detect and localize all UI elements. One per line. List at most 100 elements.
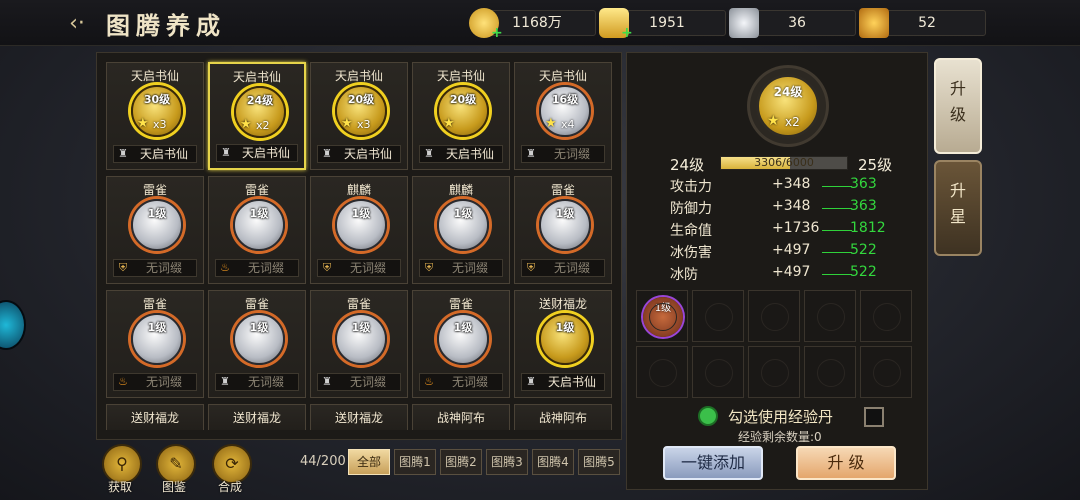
filter-tab[interactable]: 图腾1 xyxy=(394,449,436,475)
tab-upgrade-label-2: 级 xyxy=(949,105,966,124)
totem-level: 1级 xyxy=(555,207,575,220)
back-arrow-icon[interactable]: ‹· xyxy=(62,10,92,38)
gold-item-resource: 52 xyxy=(859,8,986,38)
totem-card[interactable]: 麒麟 1级 ⛨ 无词缀 xyxy=(412,176,510,284)
material-slot[interactable] xyxy=(692,346,744,398)
totem-medal: 1级 xyxy=(539,313,591,365)
totem-level: 1级 xyxy=(147,207,167,220)
totem-level: 1级 xyxy=(147,321,167,334)
material-slot[interactable]: 1级 xyxy=(636,290,688,342)
totem-card[interactable]: 天启书仙 30级 ★ x3 ♜ 天启书仙 xyxy=(106,62,204,170)
stat-next-value: 1812 xyxy=(850,220,886,236)
book-icon: ✎ xyxy=(169,454,183,473)
gold-ingot-value: 1951 xyxy=(649,15,685,31)
material-slot[interactable] xyxy=(692,290,744,342)
totem-affix: 无词缀 xyxy=(247,375,284,389)
stat-arrow-line xyxy=(822,230,852,231)
totem-level: 20级 xyxy=(347,93,375,106)
totem-affix: 无词缀 xyxy=(145,375,182,389)
totem-card[interactable]: 天启书仙 20级 ★ ♜ 天启书仙 xyxy=(412,62,510,170)
filter-tab[interactable]: 图腾3 xyxy=(486,449,528,475)
totem-name: 天启书仙 xyxy=(130,69,179,83)
filter-tab[interactable]: 全部 xyxy=(348,449,390,475)
obtain-icon: ⚲ xyxy=(116,454,128,473)
totem-affix-bar: ♜ 天启书仙 xyxy=(419,145,503,163)
selected-totem-level: 24级 xyxy=(773,85,803,99)
totem-card[interactable]: 天启书仙 24级 ★ x2 ♜ 天启书仙 xyxy=(208,62,306,170)
stat-arrow-line xyxy=(822,186,852,187)
gold-item-value: 52 xyxy=(918,15,936,31)
totem-card-partial[interactable]: 战神阿布 xyxy=(514,404,612,430)
totem-card[interactable]: 雷雀 1级 ♨ 无词缀 xyxy=(106,290,204,398)
totem-card[interactable]: 雷雀 1级 ♜ 无词缀 xyxy=(208,290,306,398)
filter-tab[interactable]: 图腾5 xyxy=(578,449,620,475)
totem-affix-bar: ♜ 天启书仙 xyxy=(216,144,298,162)
page-title: 图腾养成 xyxy=(106,11,226,40)
totem-card[interactable]: 送财福龙 1级 ♜ 天启书仙 xyxy=(514,290,612,398)
totem-medal: 1级 xyxy=(335,199,387,251)
stat-next-value: 363 xyxy=(850,176,877,192)
totem-card[interactable]: 麒麟 1级 ⛨ 无词缀 xyxy=(310,176,408,284)
upgrade-button[interactable]: 升 级 xyxy=(796,446,896,480)
material-slot[interactable] xyxy=(748,290,800,342)
tab-upgrade-label-1: 升 xyxy=(949,79,966,98)
exp-pill-icon xyxy=(698,406,718,426)
gold-coin-value: 1168万 xyxy=(512,15,562,31)
material-slot[interactable] xyxy=(860,290,912,342)
totem-medal: 20级 ★ x3 xyxy=(335,85,387,137)
exp-option-label: 勾选使用经验丹 xyxy=(728,408,834,426)
shield-icon: ⛨ xyxy=(322,261,332,274)
totem-card[interactable]: 雷雀 1级 ♨ 无词缀 xyxy=(412,290,510,398)
material-slot[interactable] xyxy=(636,346,688,398)
totem-affix-bar: ⛨ 无词缀 xyxy=(113,259,197,277)
stat-row: 防御力 +348 363 xyxy=(670,198,920,220)
star-icon: ★ xyxy=(240,117,252,132)
stat-next-value: 522 xyxy=(850,242,877,258)
totem-card[interactable]: 雷雀 1级 ⛨ 无词缀 xyxy=(106,176,204,284)
totem-card[interactable]: 天启书仙 20级 ★ x3 ♜ 天启书仙 xyxy=(310,62,408,170)
totem-level: 1级 xyxy=(453,207,473,220)
totem-medal: 20级 ★ xyxy=(437,85,489,137)
totem-card[interactable]: 天启书仙 16级 ★ x4 ♜ 无词缀 xyxy=(514,62,612,170)
filter-tab[interactable]: 图腾2 xyxy=(440,449,482,475)
material-slot[interactable] xyxy=(860,346,912,398)
totem-card[interactable]: 雷雀 1级 ♜ 无词缀 xyxy=(310,290,408,398)
tab-upgrade[interactable]: 升 级 xyxy=(934,58,982,154)
totem-card-partial[interactable]: 战神阿布 xyxy=(412,404,510,430)
totem-card[interactable]: 雷雀 1级 ♨ 无词缀 xyxy=(208,176,306,284)
totem-card-partial[interactable]: 送财福龙 xyxy=(208,404,306,430)
stat-arrow-line xyxy=(822,208,852,209)
totem-affix: 无词缀 xyxy=(247,261,284,275)
totem-medal: 1级 xyxy=(131,199,183,251)
filter-tab[interactable]: 图腾4 xyxy=(532,449,574,475)
shield-icon: ⛨ xyxy=(526,261,536,274)
tower-icon: ♜ xyxy=(118,147,128,160)
totem-name: 雷雀 xyxy=(142,183,167,197)
totem-affix-bar: ♜ 无词缀 xyxy=(317,373,401,391)
tower-icon: ♜ xyxy=(424,147,434,160)
totem-card-partial[interactable]: 送财福龙 xyxy=(310,404,408,430)
totem-name: 天启书仙 xyxy=(538,69,587,83)
add-all-button[interactable]: 一键添加 xyxy=(663,446,763,480)
tab-star-up[interactable]: 升 星 xyxy=(934,160,982,256)
totem-medal: 24级 ★ x2 xyxy=(234,86,286,138)
totem-affix: 天启书仙 xyxy=(241,146,290,160)
totem-stars: x4 xyxy=(561,118,575,131)
totem-affix: 无词缀 xyxy=(145,261,182,275)
material-slot[interactable] xyxy=(804,290,856,342)
totem-name: 雷雀 xyxy=(244,183,269,197)
silver-item-resource: 36 xyxy=(729,8,856,38)
totem-name: 送财福龙 xyxy=(538,297,587,311)
material-slot[interactable] xyxy=(804,346,856,398)
stat-value: +1736 xyxy=(772,220,820,236)
stat-name: 生命值 xyxy=(670,223,712,239)
totem-medal: 1级 xyxy=(233,199,285,251)
exp-remaining: 经验剩余数量:0 xyxy=(738,430,822,444)
totem-stars: x3 xyxy=(357,118,371,131)
totem-card[interactable]: 雷雀 1级 ⛨ 无词缀 xyxy=(514,176,612,284)
totem-card-partial[interactable]: 送财福龙 xyxy=(106,404,204,430)
material-slot[interactable] xyxy=(748,346,800,398)
floating-side-icon[interactable] xyxy=(0,300,26,350)
exp-checkbox[interactable] xyxy=(864,407,884,427)
totem-level: 24级 xyxy=(246,94,274,107)
